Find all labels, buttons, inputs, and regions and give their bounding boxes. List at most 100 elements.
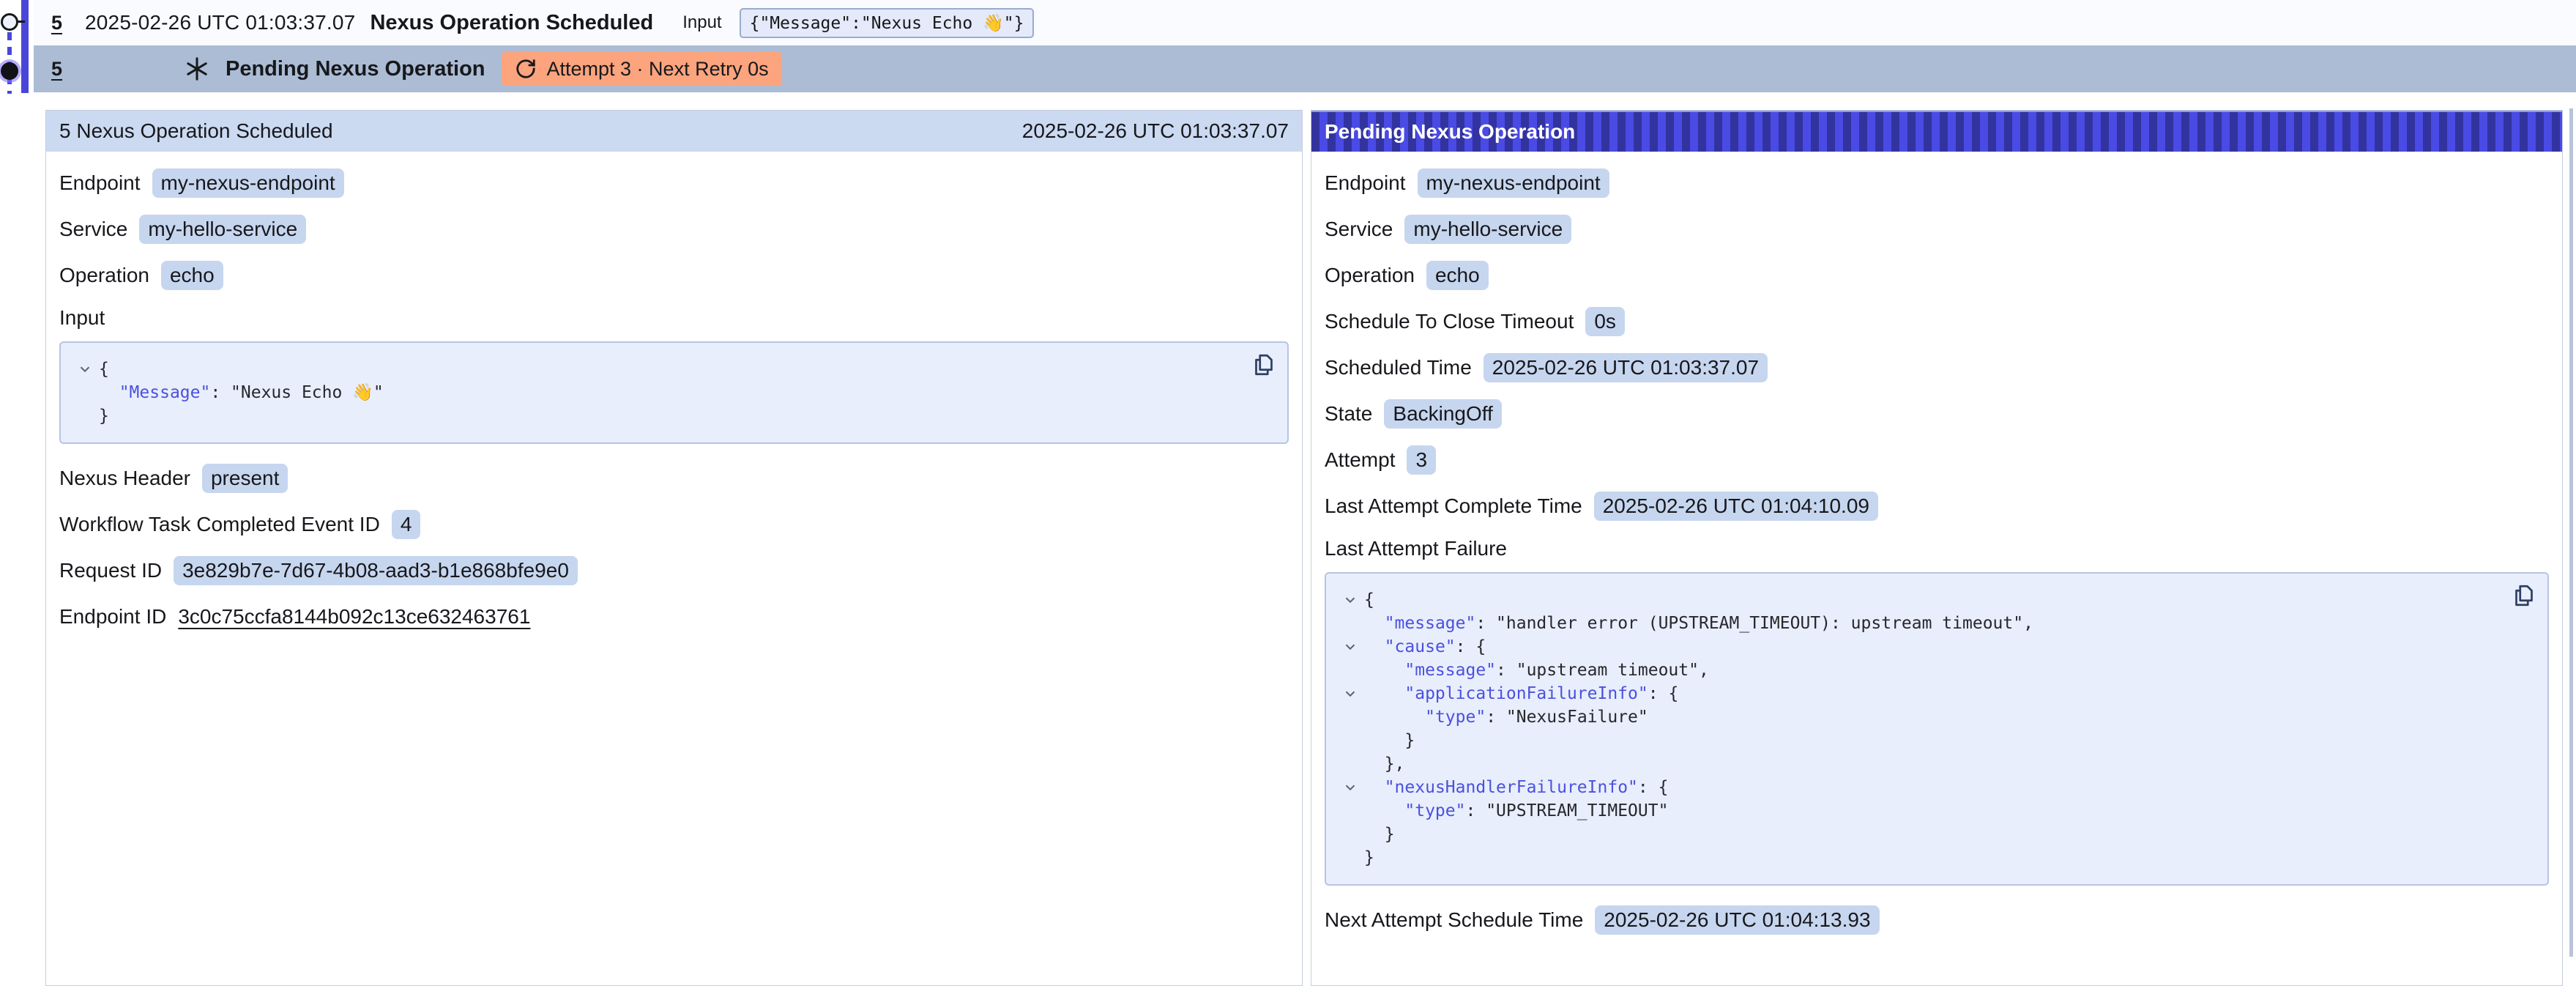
detail-field-next-attempt-schedule-time: Next Attempt Schedule Time2025-02-26 UTC…: [1325, 905, 2549, 935]
chevron-spacer: [71, 404, 99, 408]
chevron-down-icon[interactable]: [1336, 776, 1364, 796]
chevron-spacer: [1336, 659, 1364, 662]
event-title: Pending Nexus Operation: [226, 57, 485, 81]
field-label: Last Attempt Complete Time: [1325, 494, 1582, 518]
field-label: Nexus Header: [59, 467, 190, 490]
scheduled-panel-timestamp: 2025-02-26 UTC 01:03:37.07: [1022, 119, 1289, 143]
code-line: }: [1336, 823, 2496, 846]
field-value-chip: 0s: [1585, 307, 1625, 336]
code-line: },: [1336, 752, 2496, 776]
scheduled-panel-title: 5 Nexus Operation Scheduled: [59, 119, 333, 143]
event-input-label: Input: [682, 12, 721, 33]
event-id-link[interactable]: 5: [51, 58, 73, 81]
code-text: }: [1364, 729, 1415, 752]
field-value-chip: present: [202, 464, 288, 493]
code-text: {: [1364, 588, 1374, 612]
detail-field-service: Servicemy-hello-service: [59, 214, 1289, 244]
field-value-chip: 4: [392, 510, 421, 539]
copy-icon[interactable]: [1251, 352, 1277, 378]
detail-field-attempt: Attempt 3: [1325, 445, 2549, 475]
field-label: Schedule To Close Timeout: [1325, 310, 1574, 333]
active-event-group-bar: [21, 0, 29, 93]
code-line: "applicationFailureInfo": {: [1336, 682, 2496, 705]
pending-panel-body: Endpoint my-nexus-endpoint Servicemy-hello…: [1311, 152, 2562, 964]
code-line: "Message": "Nexus Echo 👋": [71, 381, 1236, 404]
chevron-down-icon[interactable]: [71, 357, 99, 377]
field-label: Attempt: [1325, 448, 1395, 472]
chevron-spacer: [1336, 705, 1364, 709]
code-line: }: [1336, 846, 2496, 870]
code-line: {: [1336, 588, 2496, 612]
field-label: Next Attempt Schedule Time: [1325, 908, 1583, 932]
scrollbar-track[interactable]: [2569, 108, 2573, 957]
chevron-down-icon[interactable]: [1336, 682, 1364, 702]
code-text: {: [99, 357, 109, 381]
field-label: Operation: [59, 264, 149, 287]
detail-field-workflow-task-completed-event-id: Workflow Task Completed Event ID4: [59, 509, 1289, 539]
field-label: Request ID: [59, 559, 162, 582]
chevron-down-icon[interactable]: [1336, 588, 1364, 608]
detail-field-endpoint-id: Endpoint ID 3c0c75ccfa8144b092c13ce632463…: [59, 601, 1289, 631]
code-line: "type": "NexusFailure": [1336, 705, 2496, 729]
field-value-chip: 2025-02-26 UTC 01:04:10.09: [1594, 492, 1878, 521]
timeline-node-pending[interactable]: [1, 62, 18, 80]
scheduled-event-detail-panel: 5 Nexus Operation Scheduled 2025-02-26 U…: [45, 110, 1303, 986]
code-line: "nexusHandlerFailureInfo": {: [1336, 776, 2496, 799]
copy-icon[interactable]: [2511, 582, 2537, 609]
event-row-nexus-operation-scheduled[interactable]: 5 2025-02-26 UTC 01:03:37.07 Nexus Opera…: [34, 0, 2576, 45]
event-detail-panels: 5 Nexus Operation Scheduled 2025-02-26 U…: [45, 110, 2563, 986]
detail-field-last-attempt-complete-time: Last Attempt Complete Time 2025-02-26 UTC…: [1325, 491, 2549, 521]
detail-field-operation: Operationecho: [59, 260, 1289, 290]
chevron-spacer: [1336, 846, 1364, 850]
field-value-chip: my-nexus-endpoint: [1418, 168, 1609, 198]
field-label: Endpoint: [1325, 171, 1406, 195]
scheduled-panel-header: 5 Nexus Operation Scheduled 2025-02-26 U…: [46, 111, 1302, 152]
event-input-preview-chip[interactable]: {"Message":"Nexus Echo 👋"}: [740, 8, 1035, 38]
field-label: Service: [1325, 218, 1393, 241]
detail-field-endpoint: Endpoint my-nexus-endpoint: [1325, 168, 2549, 198]
event-row-pending-nexus-operation[interactable]: 5 Pending Nexus Operation Attempt 3 · Ne…: [34, 45, 2576, 92]
field-value-chip: BackingOff: [1384, 399, 1501, 429]
field-label: Endpoint ID: [59, 605, 166, 629]
pending-panel-header: Pending Nexus Operation: [1311, 111, 2562, 152]
detail-field-endpoint: Endpoint my-nexus-endpoint: [59, 168, 1289, 198]
field-value-chip: echo: [1426, 261, 1489, 290]
field-label: Operation: [1325, 264, 1415, 287]
code-line: }: [71, 404, 1236, 428]
retry-attempt-badge: Attempt 3 · Next Retry 0s: [502, 52, 782, 86]
chevron-spacer: [1336, 823, 1364, 826]
event-timeline-gutter: [0, 0, 34, 95]
code-text: "type": "UPSTREAM_TIMEOUT": [1364, 799, 1668, 823]
chevron-spacer: [1336, 752, 1364, 756]
input-json-viewer[interactable]: { "Message": "Nexus Echo 👋"}: [59, 341, 1289, 444]
code-text: "type": "NexusFailure": [1364, 705, 1648, 729]
detail-field-service: Servicemy-hello-service: [1325, 214, 2549, 244]
retry-badge-text: Attempt 3 · Next Retry 0s: [547, 58, 769, 81]
field-value-link[interactable]: 3c0c75ccfa8144b092c13ce632463761: [178, 605, 530, 629]
event-id-link[interactable]: 5: [51, 12, 73, 34]
pending-operation-detail-panel: Pending Nexus Operation Endpoint my-nexus…: [1311, 110, 2563, 986]
code-line: "message": "upstream timeout",: [1336, 659, 2496, 682]
code-line: "type": "UPSTREAM_TIMEOUT": [1336, 799, 2496, 823]
chevron-spacer: [71, 381, 99, 385]
chevron-spacer: [1336, 799, 1364, 803]
field-label: Endpoint: [59, 171, 141, 195]
field-value-chip: my-nexus-endpoint: [152, 168, 344, 198]
code-line: {: [71, 357, 1236, 381]
retry-arrow-icon: [515, 58, 537, 80]
event-title: Nexus Operation Scheduled: [370, 11, 653, 35]
scheduled-panel-body: Endpoint my-nexus-endpoint Servicemy-hello…: [46, 152, 1302, 661]
failure-json-viewer[interactable]: { "message": "handler error (UPSTREAM_TI…: [1325, 572, 2549, 886]
code-text: "message": "upstream timeout",: [1364, 659, 1709, 682]
pending-panel-title: Pending Nexus Operation: [1325, 120, 1575, 144]
timeline-node-scheduled[interactable]: [1, 13, 18, 31]
code-text: "nexusHandlerFailureInfo": {: [1364, 776, 1668, 799]
code-text: }: [1364, 823, 1395, 846]
field-value-chip: 2025-02-26 UTC 01:03:37.07: [1484, 353, 1768, 382]
field-label: Scheduled Time: [1325, 356, 1472, 379]
detail-field-request-id: Request ID 3e829b7e-7d67-4b08-aad3-b1e868…: [59, 555, 1289, 585]
field-value-chip: 3: [1407, 445, 1436, 475]
field-value-chip: 3e829b7e-7d67-4b08-aad3-b1e868bfe9e0: [174, 556, 578, 585]
code-text: }: [1364, 846, 1374, 870]
chevron-down-icon[interactable]: [1336, 635, 1364, 655]
